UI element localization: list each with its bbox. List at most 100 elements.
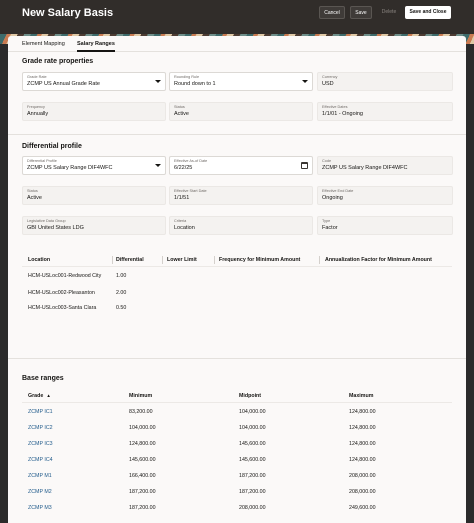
effective-start-date-field: Effective Start Date 1/1/51	[169, 186, 313, 205]
cell-midpoint: 104,000.00	[239, 409, 266, 415]
column-header-minimum[interactable]: Minimum	[129, 393, 152, 399]
cell-maximum: 208,000.00	[349, 489, 376, 495]
criteria-field: Criteria Location	[169, 216, 313, 235]
grade-link[interactable]: ZCMP M3	[28, 505, 52, 511]
column-divider[interactable]	[162, 256, 163, 264]
column-divider[interactable]	[319, 256, 320, 264]
status-field: Status Active	[169, 102, 313, 121]
column-divider[interactable]	[112, 256, 113, 264]
rounding-rule-select[interactable]: Rounding Rule Round down to 1	[169, 72, 313, 91]
field-label: Rounding Rule	[174, 75, 200, 79]
cell-differential: 0.50	[116, 305, 127, 311]
field-value: 6/22/25	[174, 165, 193, 171]
cell-differential: 1.00	[116, 273, 127, 279]
effective-end-date-field: Effective End Date Ongoing	[317, 186, 453, 205]
field-value: 1/1/51	[174, 195, 190, 201]
currency-field: Currency USD	[317, 72, 453, 91]
cell-maximum: 249,600.00	[349, 505, 376, 511]
field-label: Code	[322, 159, 332, 163]
column-header-differential[interactable]: Differential	[116, 257, 144, 263]
cancel-button[interactable]: Cancel	[319, 6, 345, 19]
sort-ascending-icon[interactable]: ▲	[46, 393, 50, 398]
column-header-frequency-min[interactable]: Frequency for Minimum Amount	[219, 257, 300, 263]
field-value: 1/1/01 - Ongoing	[322, 111, 363, 117]
differential-status-field: Status Active	[22, 186, 166, 205]
field-value: Location	[174, 225, 195, 231]
field-label: Frequency	[27, 105, 45, 109]
effective-as-of-date-input[interactable]: Effective As-of Date 6/22/25	[169, 156, 313, 175]
grade-link[interactable]: ZCMP IC3	[28, 441, 53, 447]
grade-link[interactable]: ZCMP M2	[28, 489, 52, 495]
frequency-field: Frequency Annually	[22, 102, 166, 121]
section-divider	[8, 358, 466, 359]
field-value: Active	[27, 195, 42, 201]
save-button[interactable]: Save	[350, 6, 372, 19]
cell-location: HCM-USLoc002-Pleasanton	[28, 290, 95, 296]
field-value: GBI United States LDG	[27, 225, 84, 231]
cell-minimum: 145,600.00	[129, 457, 156, 463]
tab-bar: Element Mapping Salary Ranges	[8, 36, 466, 52]
column-divider[interactable]	[214, 256, 215, 264]
page-title: New Salary Basis	[22, 7, 114, 19]
field-label: Status	[174, 105, 185, 109]
cell-maximum: 124,800.00	[349, 441, 376, 447]
field-label: Currency	[322, 75, 338, 79]
cell-maximum: 124,800.00	[349, 457, 376, 463]
grade-link[interactable]: ZCMP IC1	[28, 409, 53, 415]
delete-button[interactable]: Delete	[377, 6, 401, 19]
column-header-grade[interactable]: Grade ▲	[28, 393, 51, 399]
field-label: Grade Rate	[27, 75, 47, 79]
cell-midpoint: 208,000.00	[239, 505, 266, 511]
cell-minimum: 187,200.00	[129, 489, 156, 495]
differential-section-title: Differential profile	[22, 143, 82, 150]
grade-link[interactable]: ZCMP IC2	[28, 425, 53, 431]
type-field: Type Factor	[317, 216, 453, 235]
cell-midpoint: 187,200.00	[239, 473, 266, 479]
column-header-annualization-factor[interactable]: Annualization Factor for Minimum Amount	[325, 257, 432, 263]
field-value: Ongoing	[322, 195, 343, 201]
chevron-down-icon	[302, 80, 308, 83]
code-field: Code ZCMP US Salary Range DIF4WFC	[317, 156, 453, 175]
row-divider	[22, 266, 452, 267]
cell-minimum: 83,200.00	[129, 409, 153, 415]
row-divider	[22, 402, 452, 403]
cell-location: HCM-USLoc001-Redwood City	[28, 273, 102, 279]
field-value: USD	[322, 81, 334, 87]
save-and-close-button[interactable]: Save and Close	[405, 6, 451, 19]
grade-link[interactable]: ZCMP M1	[28, 473, 52, 479]
grade-link[interactable]: ZCMP IC4	[28, 457, 53, 463]
cell-minimum: 104,000.00	[129, 425, 156, 431]
field-value: Round down to 1	[174, 81, 216, 87]
legislative-data-group-field: Legislative Data Group GBI United States…	[22, 216, 166, 235]
main-content: Element Mapping Salary Ranges Grade rate…	[8, 36, 466, 523]
tab-salary-ranges[interactable]: Salary Ranges	[77, 41, 115, 52]
grade-rate-select[interactable]: Grade Rate ZCMP US Annual Grade Rate	[22, 72, 166, 91]
cell-midpoint: 187,200.00	[239, 489, 266, 495]
column-header-lower-limit[interactable]: Lower Limit	[167, 257, 197, 263]
field-label: Legislative Data Group	[27, 219, 66, 223]
cell-midpoint: 104,000.00	[239, 425, 266, 431]
field-label: Effective End Date	[322, 189, 354, 193]
column-header-maximum[interactable]: Maximum	[349, 393, 373, 399]
section-divider	[8, 134, 466, 135]
column-header-location[interactable]: Location	[28, 257, 50, 263]
base-ranges-section-title: Base ranges	[22, 375, 64, 382]
field-label: Differential Profile	[27, 159, 57, 163]
field-value: ZCMP US Salary Range DIF4WFC	[322, 165, 408, 171]
cell-location: HCM-USLoc003-Santa Clara	[28, 305, 97, 311]
cell-minimum: 124,800.00	[129, 441, 156, 447]
calendar-icon[interactable]	[301, 162, 308, 169]
differential-profile-select[interactable]: Differential Profile ZCMP US Salary Rang…	[22, 156, 166, 175]
field-label: Status	[27, 189, 38, 193]
field-value: Active	[174, 111, 189, 117]
field-value: ZCMP US Annual Grade Rate	[27, 81, 100, 87]
field-value: Annually	[27, 111, 49, 117]
cell-maximum: 124,800.00	[349, 425, 376, 431]
chevron-down-icon	[155, 80, 161, 83]
column-header-midpoint[interactable]: Midpoint	[239, 393, 261, 399]
field-label: Effective Dates	[322, 105, 348, 109]
column-header-label: Grade	[28, 393, 44, 399]
tab-element-mapping[interactable]: Element Mapping	[22, 41, 65, 47]
field-label: Type	[322, 219, 331, 223]
field-label: Criteria	[174, 219, 187, 223]
